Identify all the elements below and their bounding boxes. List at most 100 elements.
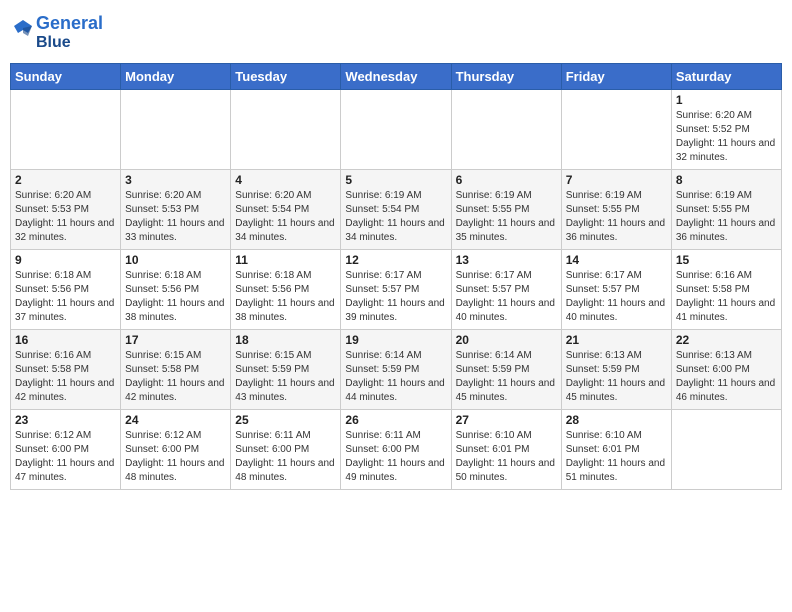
calendar-week-row: 16Sunrise: 6:16 AM Sunset: 5:58 PM Dayli… <box>11 330 782 410</box>
day-info: Sunrise: 6:20 AM Sunset: 5:53 PM Dayligh… <box>125 189 226 245</box>
weekday-header-row: SundayMondayTuesdayWednesdayThursdayFrid… <box>11 64 782 90</box>
day-info: Sunrise: 6:20 AM Sunset: 5:54 PM Dayligh… <box>235 189 336 245</box>
calendar-cell: 23 Sunrise: 6:12 AM Sunset: 6:00 PM Dayli… <box>11 410 121 490</box>
day-number: 11 <box>235 253 336 267</box>
calendar-cell: 6 Sunrise: 6:19 AM Sunset: 5:55 PM Daylig… <box>451 170 561 250</box>
day-info: Sunrise: 6:11 AM Sunset: 6:00 PM Dayligh… <box>345 429 446 485</box>
calendar-cell <box>11 90 121 170</box>
day-info: Sunrise: 6:12 AM Sunset: 6:00 PM Dayligh… <box>15 429 116 485</box>
weekday-header: Monday <box>121 64 231 90</box>
day-info: Sunrise: 6:10 AM Sunset: 6:01 PM Dayligh… <box>456 429 557 485</box>
calendar-cell: 28Sunrise: 6:10 AM Sunset: 6:01 PM Dayli… <box>561 410 671 490</box>
calendar-cell <box>341 90 451 170</box>
day-info: Sunrise: 6:19 AM Sunset: 5:55 PM Dayligh… <box>676 189 777 245</box>
day-info: Sunrise: 6:19 AM Sunset: 5:54 PM Dayligh… <box>345 189 446 245</box>
day-info: Sunrise: 6:17 AM Sunset: 5:57 PM Dayligh… <box>456 269 557 325</box>
day-info: Sunrise: 6:16 AM Sunset: 5:58 PM Dayligh… <box>15 349 116 405</box>
calendar-cell: 5 Sunrise: 6:19 AM Sunset: 5:54 PM Daylig… <box>341 170 451 250</box>
calendar-cell: 13 Sunrise: 6:17 AM Sunset: 5:57 PM Dayli… <box>451 250 561 330</box>
day-info: Sunrise: 6:13 AM Sunset: 5:59 PM Dayligh… <box>566 349 667 405</box>
page-header: General Blue <box>10 10 782 55</box>
day-number: 26 <box>345 413 446 427</box>
day-info: Sunrise: 6:13 AM Sunset: 6:00 PM Dayligh… <box>676 349 777 405</box>
day-number: 27 <box>456 413 557 427</box>
day-info: Sunrise: 6:15 AM Sunset: 5:58 PM Dayligh… <box>125 349 226 405</box>
calendar-cell: 20Sunrise: 6:14 AM Sunset: 5:59 PM Dayli… <box>451 330 561 410</box>
day-number: 21 <box>566 333 667 347</box>
calendar-week-row: 23 Sunrise: 6:12 AM Sunset: 6:00 PM Dayli… <box>11 410 782 490</box>
day-number: 24 <box>125 413 226 427</box>
day-info: Sunrise: 6:11 AM Sunset: 6:00 PM Dayligh… <box>235 429 336 485</box>
day-info: Sunrise: 6:15 AM Sunset: 5:59 PM Dayligh… <box>235 349 336 405</box>
day-number: 10 <box>125 253 226 267</box>
day-number: 9 <box>15 253 116 267</box>
day-number: 1 <box>676 93 777 107</box>
calendar-week-row: 2 Sunrise: 6:20 AM Sunset: 5:53 PM Daylig… <box>11 170 782 250</box>
day-info: Sunrise: 6:20 AM Sunset: 5:52 PM Dayligh… <box>676 109 777 165</box>
day-info: Sunrise: 6:18 AM Sunset: 5:56 PM Dayligh… <box>235 269 336 325</box>
day-number: 18 <box>235 333 336 347</box>
calendar-week-row: 1 Sunrise: 6:20 AM Sunset: 5:52 PM Daylig… <box>11 90 782 170</box>
calendar-cell: 2 Sunrise: 6:20 AM Sunset: 5:53 PM Daylig… <box>11 170 121 250</box>
day-info: Sunrise: 6:14 AM Sunset: 5:59 PM Dayligh… <box>345 349 446 405</box>
calendar-cell: 4 Sunrise: 6:20 AM Sunset: 5:54 PM Daylig… <box>231 170 341 250</box>
day-number: 5 <box>345 173 446 187</box>
day-info: Sunrise: 6:20 AM Sunset: 5:53 PM Dayligh… <box>15 189 116 245</box>
day-info: Sunrise: 6:10 AM Sunset: 6:01 PM Dayligh… <box>566 429 667 485</box>
logo-general: General <box>36 14 103 34</box>
calendar-cell: 10 Sunrise: 6:18 AM Sunset: 5:56 PM Dayli… <box>121 250 231 330</box>
day-number: 22 <box>676 333 777 347</box>
calendar-cell: 19 Sunrise: 6:14 AM Sunset: 5:59 PM Dayli… <box>341 330 451 410</box>
day-number: 4 <box>235 173 336 187</box>
logo-blue: Blue <box>36 34 103 52</box>
calendar-cell: 17 Sunrise: 6:15 AM Sunset: 5:58 PM Dayli… <box>121 330 231 410</box>
day-info: Sunrise: 6:19 AM Sunset: 5:55 PM Dayligh… <box>456 189 557 245</box>
weekday-header: Tuesday <box>231 64 341 90</box>
calendar-table: SundayMondayTuesdayWednesdayThursdayFrid… <box>10 63 782 490</box>
calendar-cell: 14 Sunrise: 6:17 AM Sunset: 5:57 PM Dayli… <box>561 250 671 330</box>
calendar-cell <box>671 410 781 490</box>
day-info: Sunrise: 6:18 AM Sunset: 5:56 PM Dayligh… <box>15 269 116 325</box>
calendar-cell: 8 Sunrise: 6:19 AM Sunset: 5:55 PM Daylig… <box>671 170 781 250</box>
calendar-cell: 18 Sunrise: 6:15 AM Sunset: 5:59 PM Dayli… <box>231 330 341 410</box>
calendar-cell <box>561 90 671 170</box>
day-number: 23 <box>15 413 116 427</box>
calendar-cell: 1 Sunrise: 6:20 AM Sunset: 5:52 PM Daylig… <box>671 90 781 170</box>
weekday-header: Sunday <box>11 64 121 90</box>
day-info: Sunrise: 6:12 AM Sunset: 6:00 PM Dayligh… <box>125 429 226 485</box>
day-info: Sunrise: 6:19 AM Sunset: 5:55 PM Dayligh… <box>566 189 667 245</box>
day-number: 12 <box>345 253 446 267</box>
calendar-cell: 21 Sunrise: 6:13 AM Sunset: 5:59 PM Dayli… <box>561 330 671 410</box>
calendar-cell: 27 Sunrise: 6:10 AM Sunset: 6:01 PM Dayli… <box>451 410 561 490</box>
day-info: Sunrise: 6:17 AM Sunset: 5:57 PM Dayligh… <box>566 269 667 325</box>
day-number: 19 <box>345 333 446 347</box>
calendar-cell: 9 Sunrise: 6:18 AM Sunset: 5:56 PM Daylig… <box>11 250 121 330</box>
weekday-header: Thursday <box>451 64 561 90</box>
calendar-cell <box>231 90 341 170</box>
weekday-header: Wednesday <box>341 64 451 90</box>
weekday-header: Friday <box>561 64 671 90</box>
day-number: 7 <box>566 173 667 187</box>
calendar-cell: 11 Sunrise: 6:18 AM Sunset: 5:56 PM Dayli… <box>231 250 341 330</box>
day-number: 6 <box>456 173 557 187</box>
day-number: 13 <box>456 253 557 267</box>
day-number: 8 <box>676 173 777 187</box>
day-number: 17 <box>125 333 226 347</box>
day-number: 2 <box>15 173 116 187</box>
calendar-cell: 3 Sunrise: 6:20 AM Sunset: 5:53 PM Daylig… <box>121 170 231 250</box>
calendar-cell: 25 Sunrise: 6:11 AM Sunset: 6:00 PM Dayli… <box>231 410 341 490</box>
day-info: Sunrise: 6:17 AM Sunset: 5:57 PM Dayligh… <box>345 269 446 325</box>
day-number: 20 <box>456 333 557 347</box>
day-info: Sunrise: 6:18 AM Sunset: 5:56 PM Dayligh… <box>125 269 226 325</box>
day-number: 14 <box>566 253 667 267</box>
day-number: 25 <box>235 413 336 427</box>
calendar-cell <box>121 90 231 170</box>
calendar-cell: 12 Sunrise: 6:17 AM Sunset: 5:57 PM Dayli… <box>341 250 451 330</box>
logo-bird-icon <box>14 18 32 48</box>
logo: General Blue <box>14 14 103 51</box>
calendar-cell <box>451 90 561 170</box>
day-number: 3 <box>125 173 226 187</box>
calendar-cell: 15Sunrise: 6:16 AM Sunset: 5:58 PM Dayli… <box>671 250 781 330</box>
day-number: 15 <box>676 253 777 267</box>
calendar-cell: 24 Sunrise: 6:12 AM Sunset: 6:00 PM Dayli… <box>121 410 231 490</box>
